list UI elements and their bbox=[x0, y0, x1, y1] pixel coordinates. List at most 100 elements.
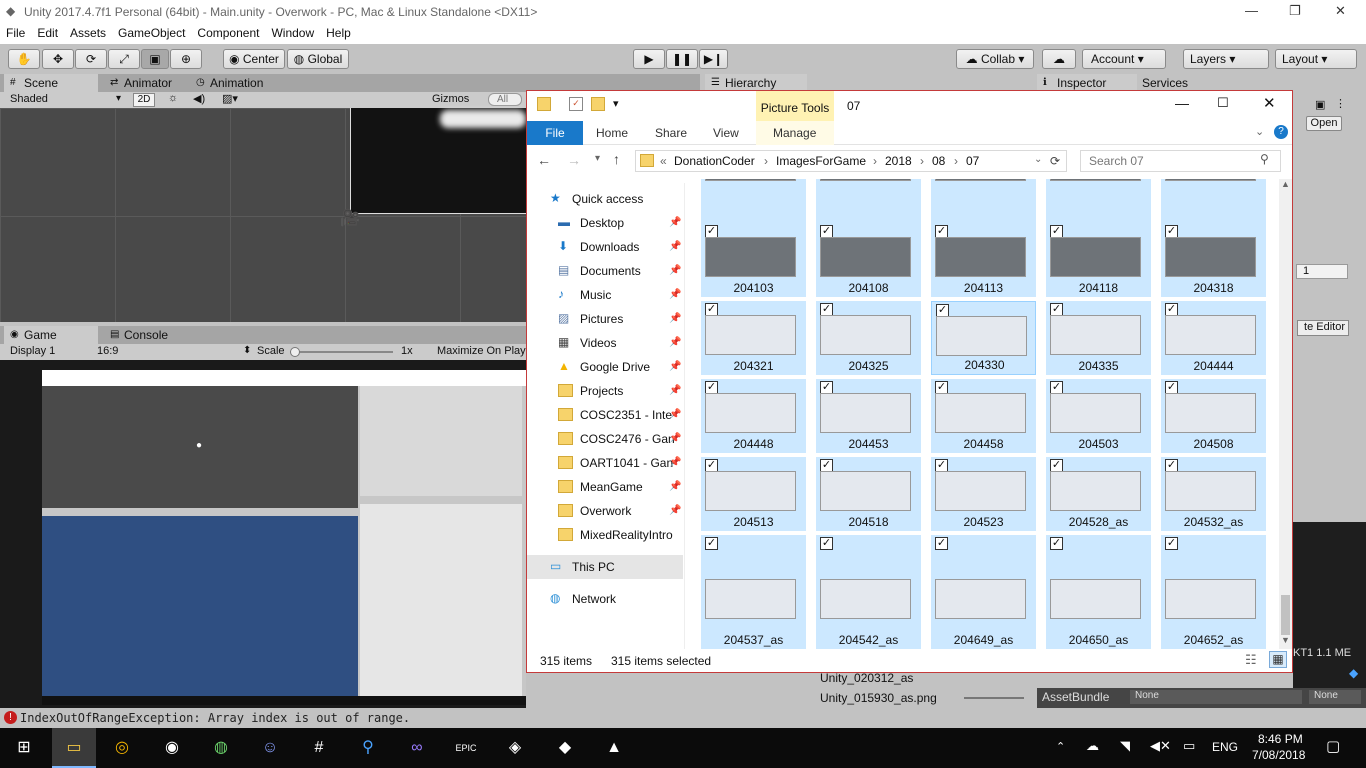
close-icon[interactable]: ✕ bbox=[1335, 3, 1346, 19]
inspector-menu-icon[interactable]: ⋮ bbox=[1335, 97, 1346, 110]
search-icon[interactable]: ⚲ bbox=[1260, 152, 1269, 166]
checkbox-icon[interactable]: ✓ bbox=[705, 537, 718, 550]
crumb-donationcoder[interactable]: DonationCoder bbox=[674, 154, 755, 168]
edit-button[interactable]: te Editor bbox=[1297, 320, 1349, 336]
menu-file[interactable]: File bbox=[0, 24, 31, 42]
file-item[interactable]: ✓ 204542_as bbox=[816, 535, 921, 649]
crumb-overflow-icon[interactable]: « bbox=[660, 154, 667, 168]
file-item[interactable]: ✓ 204113 bbox=[931, 223, 1036, 297]
file-item[interactable]: ✓ 204532_as bbox=[1161, 457, 1266, 531]
epic-games-icon[interactable]: EPIC bbox=[454, 736, 478, 760]
game-view[interactable]: ● bbox=[0, 360, 526, 708]
nav-item-cosc2476-gan[interactable]: COSC2476 - Gan 📌 bbox=[527, 427, 685, 451]
gizmos-dropdown[interactable]: Gizmos bbox=[432, 93, 469, 105]
layout-dropdown[interactable]: Layout ▾ bbox=[1275, 49, 1357, 69]
layers-dropdown[interactable]: Layers ▾ bbox=[1183, 49, 1269, 69]
crumb-imagesforgame[interactable]: ImagesForGame bbox=[776, 154, 866, 168]
tab-home[interactable]: Home bbox=[596, 126, 628, 140]
action-center-icon[interactable]: ▢ bbox=[1326, 737, 1340, 755]
battery-icon[interactable]: ▭ bbox=[1183, 738, 1195, 754]
show-hidden-icons[interactable]: ⌃ bbox=[1056, 740, 1065, 753]
explorer-maximize-icon[interactable]: ☐ bbox=[1217, 95, 1229, 111]
address-bar[interactable]: « DonationCoder › ImagesForGame › 2018 ›… bbox=[635, 150, 1067, 172]
clock-date[interactable]: 7/08/2018 bbox=[1252, 748, 1305, 762]
details-view-icon[interactable]: ☷ bbox=[1245, 652, 1257, 668]
discord-icon[interactable]: ☺ bbox=[258, 736, 282, 760]
onedrive-upload-icon[interactable]: ☁ bbox=[1086, 738, 1099, 754]
pin-icon[interactable]: 📌 bbox=[669, 355, 681, 379]
scale-tool-icon[interactable]: ⤢ bbox=[108, 49, 140, 69]
pivot-center-button[interactable]: ◉ Center bbox=[223, 49, 285, 69]
checkbox-icon[interactable]: ✓ bbox=[935, 537, 948, 550]
menu-edit[interactable]: Edit bbox=[31, 24, 64, 42]
nav-item-projects[interactable]: Projects 📌 bbox=[527, 379, 685, 403]
inspector-settings-icon[interactable]: ▣ bbox=[1315, 98, 1325, 111]
project-file-2[interactable]: Unity_015930_as.png bbox=[820, 691, 937, 705]
clock-time[interactable]: 8:46 PM bbox=[1258, 732, 1303, 746]
file-item[interactable]: ✓ 204650_as bbox=[1046, 535, 1151, 649]
file-item[interactable]: ✓ 204453 bbox=[816, 379, 921, 453]
scene-view[interactable]: 🎥 bbox=[0, 108, 526, 322]
tab-view[interactable]: View bbox=[713, 126, 739, 140]
restore-icon[interactable]: ❐ bbox=[1289, 3, 1301, 19]
pin-icon[interactable]: 📌 bbox=[669, 451, 681, 475]
step-icon[interactable]: ▶❙ bbox=[699, 49, 728, 69]
nav-item-oart1041-gan[interactable]: OART1041 - Gan 📌 bbox=[527, 451, 685, 475]
explorer-minimize-icon[interactable]: — bbox=[1175, 95, 1189, 111]
file-item[interactable]: ✓ 204318 bbox=[1161, 223, 1266, 297]
refresh-icon[interactable]: ⟳ bbox=[1050, 154, 1060, 168]
file-item[interactable]: ✓ 204118 bbox=[1046, 223, 1151, 297]
windows-start-icon[interactable]: ⊞ bbox=[12, 736, 36, 760]
audio-icon[interactable]: ◀) bbox=[193, 92, 205, 105]
project-file-1[interactable]: Unity_020312_as bbox=[820, 671, 913, 685]
nav-item-this-pc[interactable]: ▭ This PC bbox=[527, 555, 683, 579]
file-item[interactable]: ✓ 204335 bbox=[1046, 301, 1151, 375]
scene-search-input[interactable]: All bbox=[488, 93, 522, 106]
transform-tool-icon[interactable]: ⊕ bbox=[170, 49, 202, 69]
account-dropdown[interactable]: Account ▾ bbox=[1082, 49, 1166, 69]
nav-item-quick-access[interactable]: ★ Quick access bbox=[527, 187, 685, 211]
lighting-icon[interactable]: ☼ bbox=[168, 92, 178, 104]
tab-animator[interactable]: ⇄ Animator bbox=[104, 74, 172, 92]
file-item[interactable]: ✓ 204537_as bbox=[701, 535, 806, 649]
2d-toggle[interactable]: 2D bbox=[133, 93, 155, 107]
cloud-icon[interactable]: ☁ bbox=[1042, 49, 1076, 69]
language-indicator[interactable]: ENG bbox=[1212, 740, 1238, 754]
file-item[interactable]: ✓ 204528_as bbox=[1046, 457, 1151, 531]
properties-icon[interactable]: ✓ bbox=[569, 97, 583, 111]
checkbox-icon[interactable]: ✓ bbox=[1050, 537, 1063, 550]
scale-slider-handle[interactable] bbox=[290, 347, 300, 357]
nav-item-downloads[interactable]: ⬇ Downloads 📌 bbox=[527, 235, 685, 259]
pin-icon[interactable]: 📌 bbox=[669, 403, 681, 427]
minimize-icon[interactable]: — bbox=[1245, 3, 1258, 18]
menu-gameobject[interactable]: GameObject bbox=[112, 24, 191, 42]
pin-icon[interactable]: 📌 bbox=[669, 427, 681, 451]
chrome-icon[interactable]: ◎ bbox=[110, 736, 134, 760]
tab-game[interactable]: ◉ Game bbox=[4, 326, 98, 344]
effects-icon[interactable]: ▨▾ bbox=[222, 92, 238, 105]
scrollbar-thumb[interactable] bbox=[1281, 595, 1290, 635]
slack-icon[interactable]: # bbox=[307, 736, 331, 760]
maximize-on-play-toggle[interactable]: Maximize On Play bbox=[437, 345, 526, 357]
nav-item-videos[interactable]: ▦ Videos 📌 bbox=[527, 331, 685, 355]
nav-item-music[interactable]: ♪ Music 📌 bbox=[527, 283, 685, 307]
menu-window[interactable]: Window bbox=[265, 24, 320, 42]
forward-icon[interactable]: → bbox=[567, 152, 581, 168]
menu-assets[interactable]: Assets bbox=[64, 24, 112, 42]
nav-item-documents[interactable]: ▤ Documents 📌 bbox=[527, 259, 685, 283]
display-dropdown[interactable]: Display 1 bbox=[10, 345, 55, 357]
nav-item-pictures[interactable]: ▨ Pictures 📌 bbox=[527, 307, 685, 331]
checkbox-icon[interactable]: ✓ bbox=[1165, 537, 1178, 550]
rect-tool-icon[interactable]: ▣ bbox=[141, 49, 169, 69]
play-icon[interactable]: ▶ bbox=[633, 49, 665, 69]
asset-bundle-variant[interactable]: None bbox=[1309, 690, 1361, 704]
maps-icon[interactable]: ⚲ bbox=[356, 736, 380, 760]
file-item[interactable]: ✓ 204518 bbox=[816, 457, 921, 531]
expand-ribbon-icon[interactable]: ⌄ bbox=[1255, 125, 1264, 138]
file-explorer-icon[interactable]: ▭ bbox=[62, 736, 86, 760]
help-icon[interactable]: ? bbox=[1274, 125, 1288, 139]
new-folder-icon[interactable] bbox=[591, 97, 605, 111]
spotify-icon[interactable]: ◍ bbox=[209, 736, 233, 760]
hand-tool-icon[interactable]: ✋ bbox=[8, 49, 40, 69]
file-item[interactable]: ✓ 204513 bbox=[701, 457, 806, 531]
